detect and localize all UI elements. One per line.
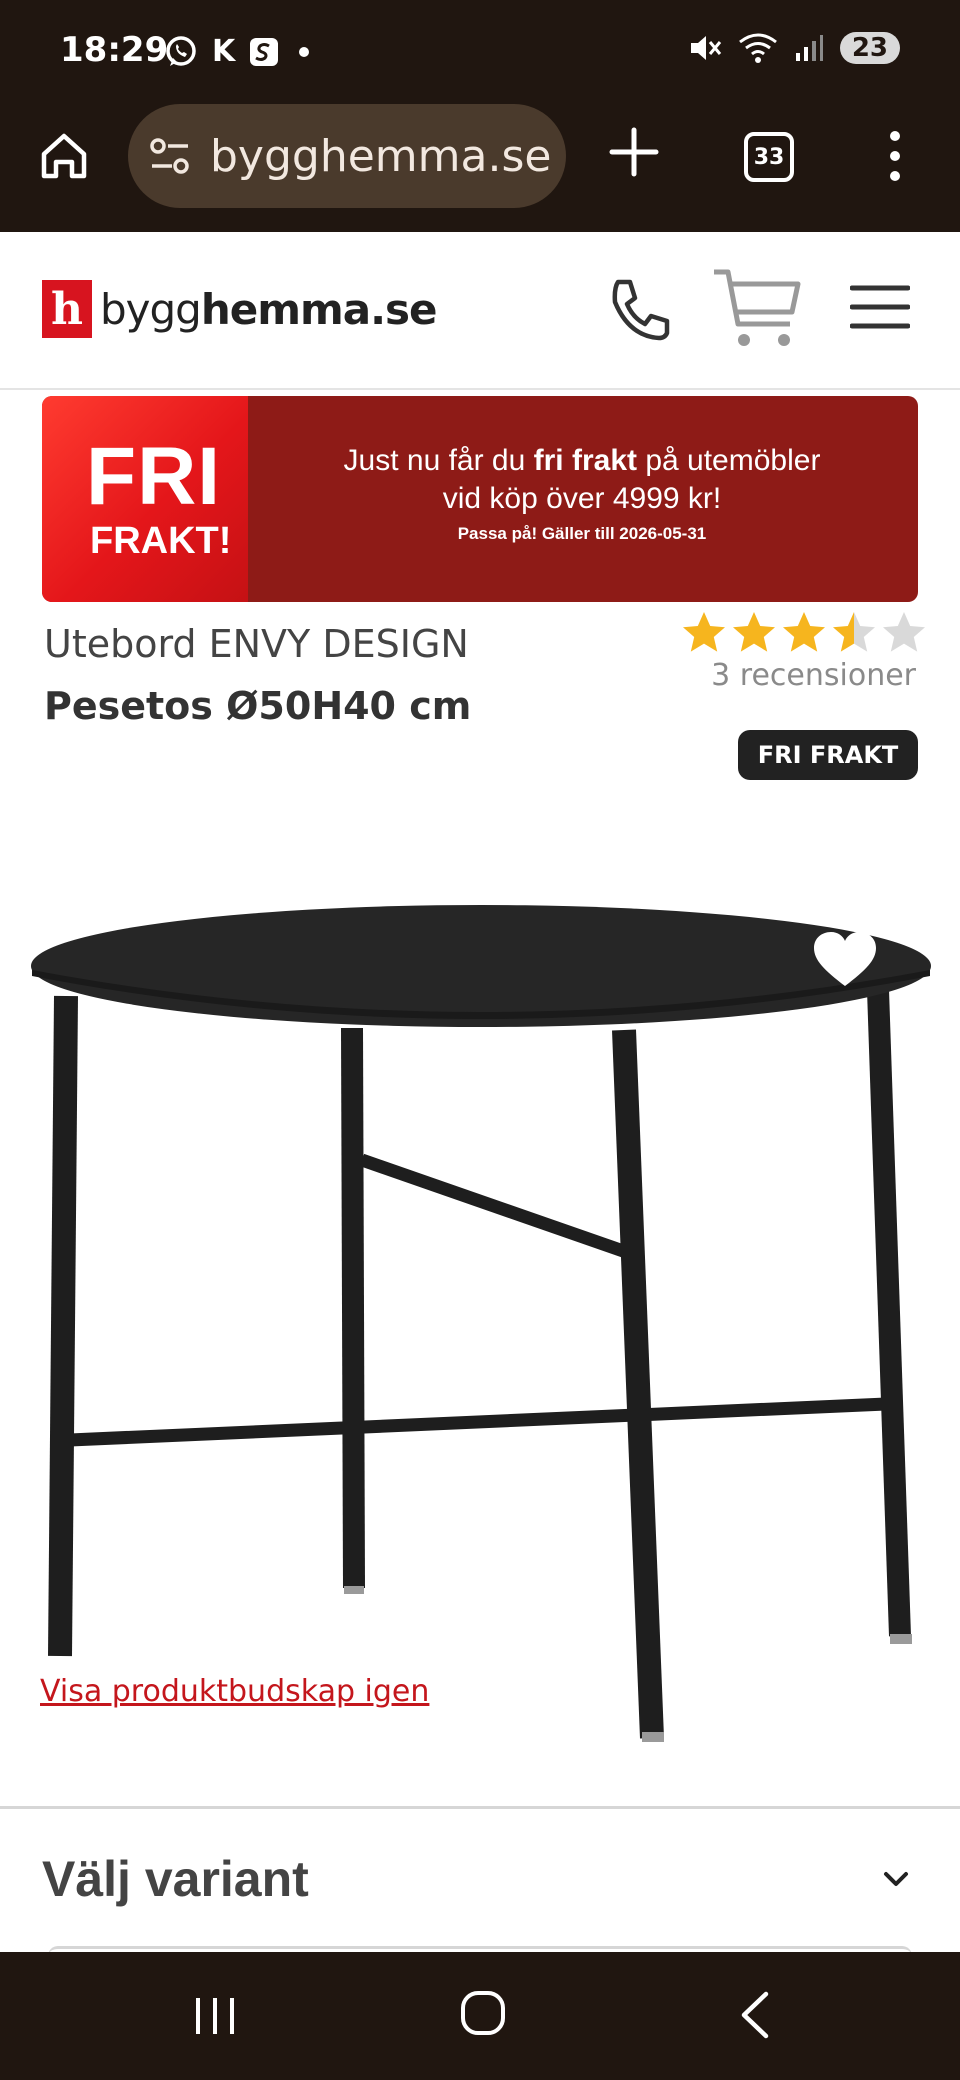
more-notifications-dot bbox=[299, 46, 310, 57]
promo-small-label: FRAKT! bbox=[90, 520, 232, 562]
url-text: bygghemma.se bbox=[210, 130, 552, 182]
home-button-icon[interactable] bbox=[460, 1990, 506, 2036]
promo-message: Just nu får du fri frakt på utemöbler vi… bbox=[272, 442, 892, 544]
star-icon bbox=[733, 612, 775, 652]
back-icon[interactable] bbox=[736, 1990, 772, 2040]
k-notification-icon: K bbox=[212, 34, 236, 69]
system-icons: 23 bbox=[688, 32, 900, 64]
chevron-down-icon[interactable] bbox=[880, 1868, 912, 1892]
logo-text: bygghemma.se bbox=[100, 284, 438, 334]
star-icon bbox=[783, 612, 825, 652]
whatsapp-icon bbox=[166, 35, 196, 66]
browser-toolbar: bygghemma.se 33 bbox=[0, 98, 960, 232]
promo-badge: FRI FRAKT! bbox=[42, 396, 248, 602]
s-app-icon bbox=[250, 37, 279, 66]
tab-switcher-button[interactable]: 33 bbox=[744, 132, 794, 182]
notification-icons: K bbox=[164, 34, 310, 69]
signal-icon bbox=[795, 35, 823, 61]
section-divider bbox=[0, 1806, 960, 1809]
star-icon bbox=[833, 612, 875, 652]
home-icon[interactable] bbox=[36, 128, 92, 184]
star-icon bbox=[683, 612, 725, 652]
browser-menu-icon[interactable] bbox=[880, 126, 910, 186]
free-shipping-banner[interactable]: FRI FRAKT! Just nu får du fri frakt på u… bbox=[42, 396, 918, 602]
review-count[interactable]: 3 recensioner bbox=[711, 658, 916, 693]
recent-apps-icon[interactable] bbox=[190, 1994, 240, 2038]
system-navigation-bar bbox=[0, 1952, 960, 2080]
phone-icon[interactable] bbox=[604, 274, 674, 344]
variant-selector-title[interactable]: Välj variant bbox=[42, 1850, 309, 1908]
new-tab-icon[interactable] bbox=[606, 124, 662, 180]
status-bar: 18:29 K 23 bbox=[0, 0, 960, 98]
mute-icon bbox=[690, 36, 721, 60]
promo-line-2: vid köp över 4999 kr! bbox=[442, 482, 722, 515]
battery-indicator: 23 bbox=[839, 32, 900, 64]
star-icon bbox=[883, 612, 925, 652]
promo-small-print: Passa på! Gäller till 2026-05-31 bbox=[457, 524, 707, 543]
status-time: 18:29 bbox=[60, 30, 169, 70]
free-shipping-badge: FRI FRAKT bbox=[738, 730, 918, 780]
site-settings-icon[interactable] bbox=[148, 136, 192, 176]
star-rating[interactable] bbox=[680, 610, 928, 656]
logo-mark: h bbox=[42, 280, 92, 338]
product-brand[interactable]: Utebord ENVY DESIGN bbox=[44, 622, 469, 666]
address-bar[interactable]: bygghemma.se bbox=[128, 104, 566, 208]
wifi-icon bbox=[738, 33, 777, 63]
product-title: Pesetos Ø50H40 cm bbox=[44, 684, 472, 728]
heart-icon[interactable] bbox=[812, 930, 878, 990]
cart-icon[interactable] bbox=[712, 266, 802, 352]
hamburger-menu-icon[interactable] bbox=[850, 282, 910, 332]
show-product-message-link[interactable]: Visa produktbudskap igen bbox=[40, 1674, 429, 1709]
site-logo[interactable]: h bygghemma.se bbox=[42, 280, 438, 338]
site-header: h bygghemma.se bbox=[0, 232, 960, 390]
promo-big-label: FRI bbox=[86, 431, 222, 522]
promo-line-1: Just nu får du fri frakt på utemöbler bbox=[343, 444, 821, 477]
